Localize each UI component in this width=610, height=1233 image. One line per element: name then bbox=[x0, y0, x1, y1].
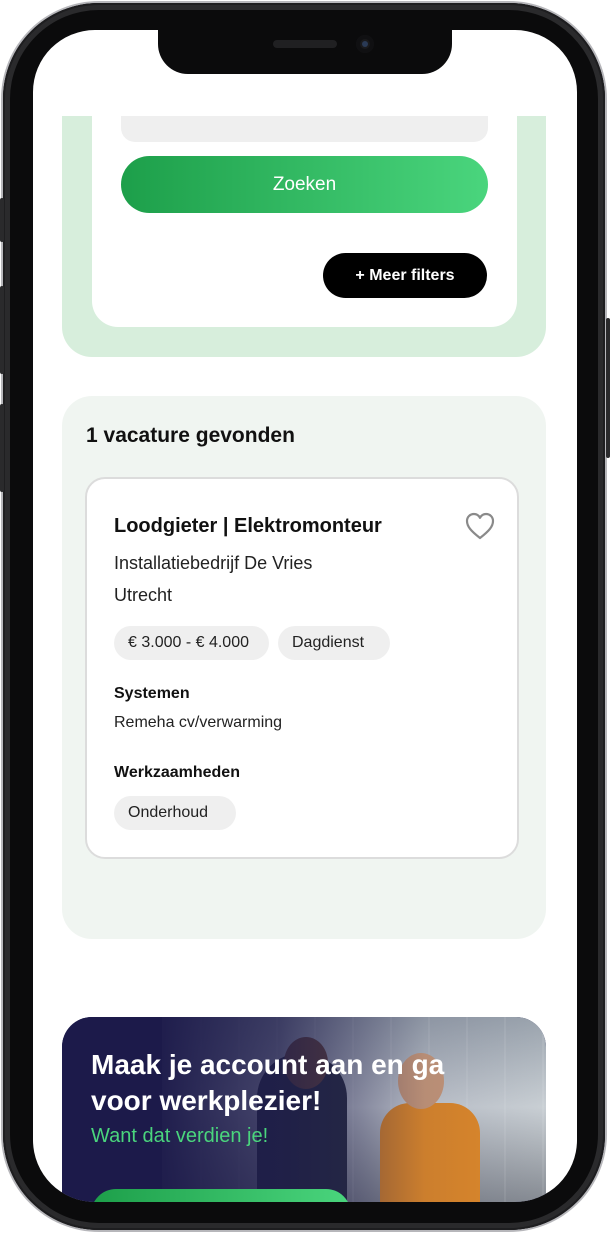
more-filters-button[interactable]: + Meer filters bbox=[323, 253, 487, 298]
volume-up-button bbox=[0, 286, 4, 374]
volume-down-button bbox=[0, 404, 4, 492]
promo-banner: Maak je account aan en ga voor werkplezi… bbox=[62, 1017, 546, 1202]
systems-label: Systemen bbox=[114, 685, 190, 702]
mute-switch bbox=[0, 198, 4, 242]
screen: Zoeken + Meer filters 1 vacature gevonde… bbox=[33, 30, 577, 1202]
speaker-grille bbox=[273, 40, 337, 48]
systems-value: Remeha cv/verwarming bbox=[114, 714, 283, 731]
promo-title: Maak je account aan en ga voor werkplezi… bbox=[91, 1049, 445, 1116]
notch bbox=[158, 30, 452, 74]
job-location: Utrecht bbox=[114, 585, 173, 605]
search-panel: Zoeken + Meer filters bbox=[62, 116, 546, 357]
job-title[interactable]: Loodgieter | Elektromonteur bbox=[114, 515, 382, 538]
search-card: Zoeken + Meer filters bbox=[92, 116, 517, 327]
shift-tag: Dagdienst bbox=[278, 626, 390, 660]
front-camera bbox=[356, 35, 374, 53]
salary-tag: € 3.000 - € 4.000 bbox=[114, 626, 269, 660]
location-input[interactable] bbox=[121, 116, 488, 142]
promo-subtitle: Want dat verdien je! bbox=[91, 1125, 269, 1147]
promo-cta-button[interactable] bbox=[91, 1189, 351, 1202]
heart-outline-icon[interactable] bbox=[465, 512, 495, 540]
search-button[interactable]: Zoeken bbox=[121, 156, 488, 213]
tasks-label: Werkzaamheden bbox=[114, 764, 240, 781]
power-button bbox=[606, 318, 610, 458]
task-tag: Onderhoud bbox=[114, 796, 236, 830]
company-name: Installatiebedrijf De Vries bbox=[114, 553, 313, 573]
results-count: 1 vacature gevonden bbox=[86, 424, 295, 447]
job-card[interactable]: Loodgieter | Elektromonteur Installatieb… bbox=[85, 477, 519, 859]
results-panel: 1 vacature gevonden Loodgieter | Elektro… bbox=[62, 396, 546, 939]
